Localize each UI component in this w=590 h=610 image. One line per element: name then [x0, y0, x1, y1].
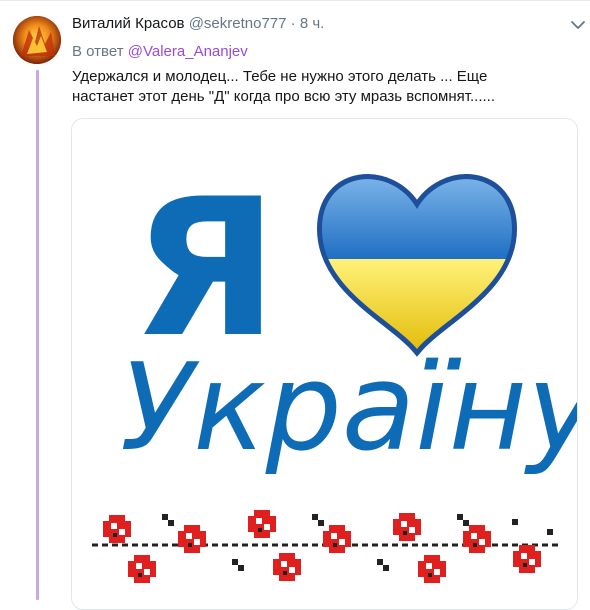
top-divider [0, 0, 590, 1]
separator-dot: · [290, 15, 296, 32]
avatar-image [13, 16, 61, 64]
tweet-header: Виталий Красов @sekretno777 · 8 ч. [72, 14, 580, 36]
chevron-down-icon [571, 21, 585, 29]
tweet-text: Удержался и молодец... Тебе не нужно это… [72, 68, 495, 105]
heart-icon [316, 174, 518, 357]
i-love-ukraine-image: Я Україну [92, 158, 577, 583]
thread-line [36, 70, 39, 600]
reply-prefix: В ответ [72, 43, 124, 60]
avatar[interactable] [13, 16, 61, 64]
timestamp[interactable]: 8 ч. [300, 15, 325, 32]
embroidery-ornament [92, 510, 562, 583]
reply-handle-link[interactable]: @Valera_Ananjev [128, 43, 248, 60]
heading-word: Україну [120, 339, 577, 478]
author-handle[interactable]: @sekretno777 [189, 15, 287, 32]
media-image[interactable]: Я Україну [71, 118, 578, 610]
author-name[interactable]: Виталий Красов [72, 15, 185, 32]
reply-context: В ответ @Valera_Ananjev [72, 42, 248, 62]
more-options-button[interactable] [570, 17, 586, 33]
